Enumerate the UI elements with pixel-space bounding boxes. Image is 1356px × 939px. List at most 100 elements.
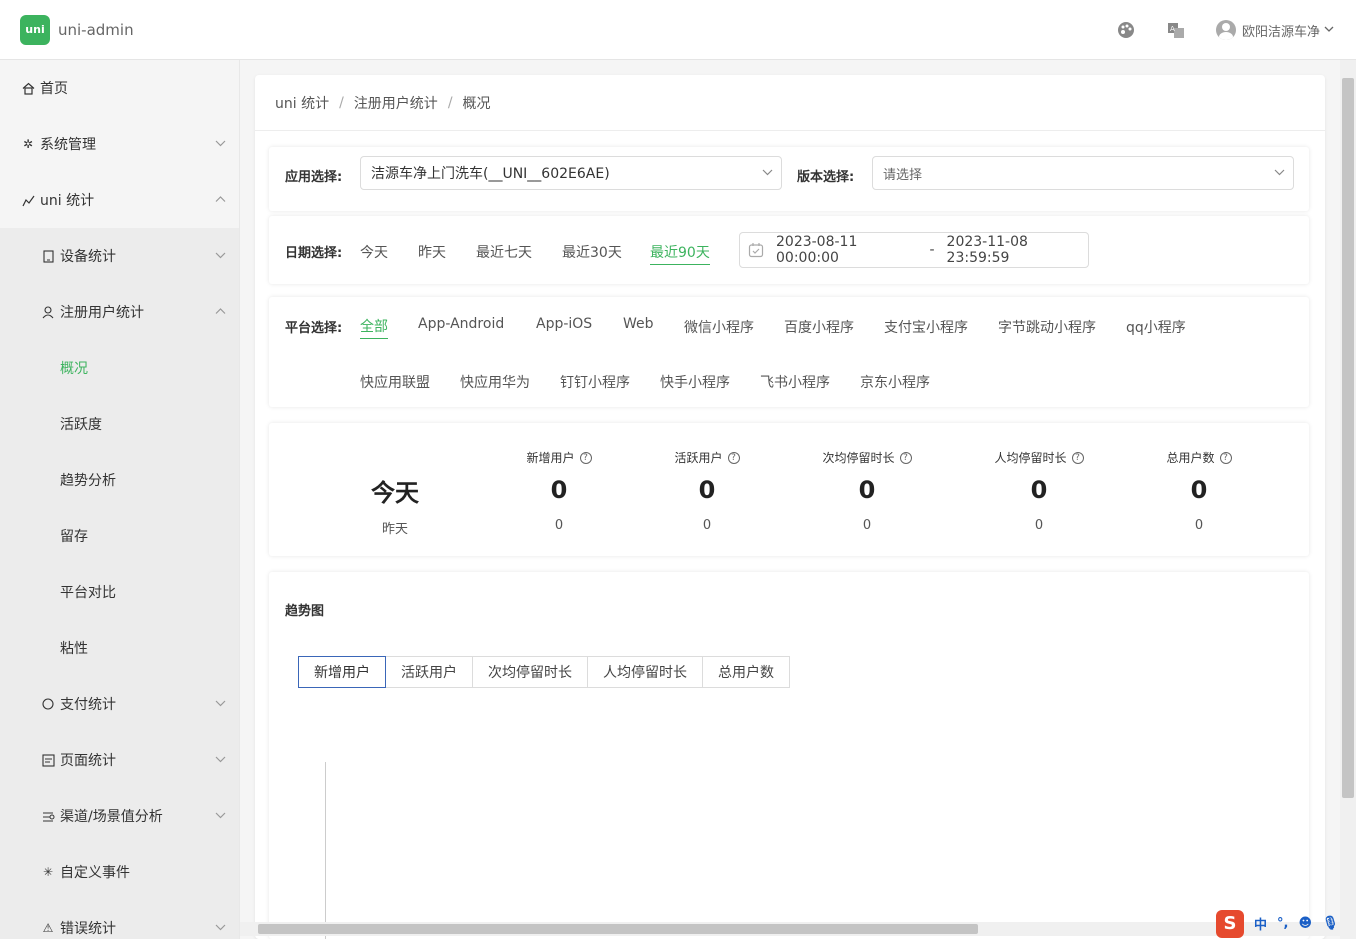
stat-title: 次均停留时长 — [822, 451, 895, 465]
sidebar-item-stickiness[interactable]: 粘性 — [0, 620, 239, 676]
date-start[interactable]: 2023-08-11 00:00:00 — [776, 234, 917, 266]
sidebar-item-system[interactable]: ✲ 系统管理 — [0, 116, 239, 172]
app-logo[interactable]: uni — [20, 14, 50, 45]
today-label: 今天 — [371, 479, 419, 507]
help-icon[interactable]: ? — [1219, 451, 1232, 464]
sidebar-item-device[interactable]: 设备统计 — [0, 228, 239, 284]
chevron-up-icon — [215, 194, 227, 206]
sidebar-item-custom-event[interactable]: ✳ 自定义事件 — [0, 844, 239, 900]
stat-title-wrap: 总用户数? — [1166, 449, 1232, 466]
sidebar-item-platform-compare[interactable]: 平台对比 — [0, 564, 239, 620]
horizontal-scrollbar[interactable] — [240, 922, 1340, 936]
stat-active-users: 活跃用户? 0 0 — [647, 449, 767, 533]
platform-select-label: 平台选择: — [285, 321, 343, 336]
stat-value-today: 0 — [858, 476, 876, 504]
user-menu[interactable]: 欧阳洁源车净 — [1215, 20, 1334, 40]
home-icon — [20, 80, 36, 96]
date-option-today[interactable]: 今天 — [360, 242, 388, 262]
tab-total-users[interactable]: 总用户数 — [702, 656, 790, 688]
calendar-icon — [748, 242, 764, 258]
platform-feishu[interactable]: 飞书小程序 — [760, 372, 830, 392]
help-icon[interactable]: ? — [899, 451, 912, 464]
platform-kuaishou[interactable]: 快手小程序 — [660, 372, 730, 392]
platform-dingtalk[interactable]: 钉钉小程序 — [560, 372, 630, 392]
app-title[interactable]: uni-admin — [58, 21, 134, 39]
sidebar-item-label: 支付统计 — [60, 697, 116, 713]
sidebar-item-home[interactable]: 首页 — [0, 60, 239, 116]
ime-logo[interactable]: S — [1216, 909, 1244, 938]
sidebar-item-activity[interactable]: 活跃度 — [0, 396, 239, 452]
help-icon[interactable]: ? — [579, 451, 592, 464]
translate-icon[interactable]: A — [1166, 20, 1186, 40]
tab-new-users[interactable]: 新增用户 — [298, 656, 386, 688]
date-option-30days[interactable]: 最近30天 — [562, 242, 622, 262]
sidebar-item-overview[interactable]: 概况 — [0, 340, 239, 396]
stat-title: 人均停留时长 — [994, 451, 1067, 465]
tab-active-users[interactable]: 活跃用户 — [385, 656, 473, 688]
channel-icon — [40, 808, 56, 824]
help-icon[interactable]: ? — [727, 451, 740, 464]
sidebar-item-payment[interactable]: 支付统计 — [0, 676, 239, 732]
chevron-down-icon — [1274, 167, 1285, 181]
tab-avg-visit-duration[interactable]: 次均停留时长 — [472, 656, 588, 688]
breadcrumb-item: 概况 — [462, 95, 491, 112]
date-end[interactable]: 2023-11-08 23:59:59 — [947, 234, 1088, 266]
sidebar: 首页 ✲ 系统管理 uni 统计 设备统计 注册用户统计 概况 活跃度 趋势分析… — [0, 60, 240, 939]
sidebar-item-retention[interactable]: 留存 — [0, 508, 239, 564]
platform-app-ios[interactable]: App-iOS — [536, 316, 592, 332]
platform-all[interactable]: 全部 — [360, 316, 388, 339]
platform-quickapp-union[interactable]: 快应用联盟 — [360, 372, 430, 392]
sidebar-item-label: 概况 — [60, 361, 88, 377]
sidebar-item-label: 页面统计 — [60, 753, 116, 769]
date-select-label: 日期选择: — [285, 246, 343, 261]
sidebar-item-register-users[interactable]: 注册用户统计 — [0, 284, 239, 340]
palette-icon[interactable] — [1116, 20, 1136, 40]
platform-qq[interactable]: qq小程序 — [1126, 317, 1186, 337]
tab-avg-user-duration[interactable]: 人均停留时长 — [587, 656, 703, 688]
chevron-down-icon — [215, 138, 227, 150]
date-option-90days[interactable]: 最近90天 — [650, 242, 710, 265]
scrollbar-thumb[interactable] — [1342, 78, 1354, 798]
platform-toutiao[interactable]: 字节跳动小程序 — [998, 317, 1096, 337]
punctuation-icon[interactable]: °, — [1277, 916, 1288, 931]
main-content: uni 统计 / 注册用户统计 / 概况 应用选择: 洁源车净上门洗车(__UN… — [255, 75, 1325, 939]
help-icon[interactable]: ? — [1071, 451, 1084, 464]
sidebar-item-channel[interactable]: 渠道/场景值分析 — [0, 788, 239, 844]
sidebar-item-trend[interactable]: 趋势分析 — [0, 452, 239, 508]
sidebar-item-label: 系统管理 — [40, 137, 96, 153]
sidebar-item-uni-stat[interactable]: uni 统计 — [0, 172, 239, 228]
platform-weixin[interactable]: 微信小程序 — [684, 317, 754, 337]
vertical-scrollbar[interactable] — [1340, 60, 1356, 939]
version-select[interactable]: 请选择 — [872, 156, 1294, 190]
sidebar-item-error[interactable]: ⚠ 错误统计 — [0, 900, 239, 939]
breadcrumb-item[interactable]: 注册用户统计 — [354, 93, 438, 113]
stat-total-users: 总用户数? 0 0 — [1139, 449, 1259, 533]
sidebar-item-label: 粘性 — [60, 641, 88, 657]
platform-baidu[interactable]: 百度小程序 — [784, 317, 854, 337]
sidebar-item-page-stat[interactable]: 页面统计 — [0, 732, 239, 788]
chart-icon — [20, 192, 36, 208]
ime-language[interactable]: 中 — [1254, 914, 1267, 933]
emoji-icon[interactable]: ☻ — [1298, 916, 1312, 931]
platform-quickapp-huawei[interactable]: 快应用华为 — [460, 372, 530, 392]
platform-alipay[interactable]: 支付宝小程序 — [884, 317, 968, 337]
app-select[interactable]: 洁源车净上门洗车(__UNI__602E6AE) — [360, 156, 782, 190]
microphone-icon[interactable]: 🎙 — [1322, 916, 1339, 931]
page-icon — [40, 752, 56, 768]
sidebar-item-label: 设备统计 — [60, 249, 116, 265]
header-actions: A 欧阳洁源车净 — [1116, 0, 1334, 60]
platform-jd[interactable]: 京东小程序 — [860, 372, 930, 392]
chevron-up-icon — [215, 306, 227, 318]
sidebar-item-label: 自定义事件 — [60, 865, 130, 881]
date-separator: - — [929, 242, 935, 258]
platform-web[interactable]: Web — [623, 316, 654, 332]
date-option-7days[interactable]: 最近七天 — [476, 242, 532, 262]
stat-title: 新增用户 — [526, 451, 575, 465]
scrollbar-thumb[interactable] — [258, 924, 978, 934]
date-range-picker[interactable]: 2023-08-11 00:00:00 - 2023-11-08 23:59:5… — [739, 232, 1089, 268]
date-option-yesterday[interactable]: 昨天 — [418, 242, 446, 262]
breadcrumb-item[interactable]: uni 统计 — [275, 93, 329, 113]
user-icon — [40, 304, 56, 320]
platform-app-android[interactable]: App-Android — [418, 316, 504, 332]
stat-value-yesterday: 0 — [702, 518, 712, 533]
